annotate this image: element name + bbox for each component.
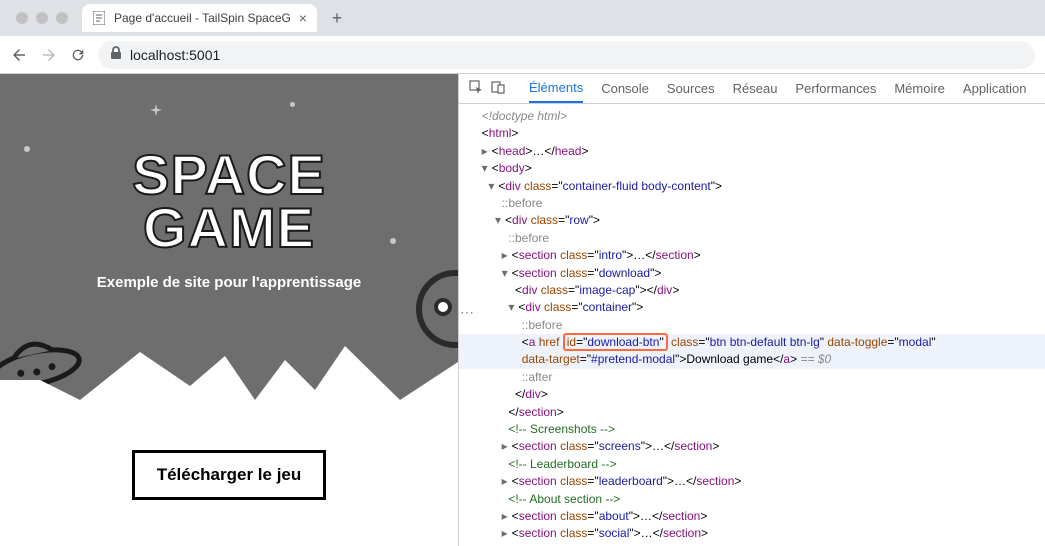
dom-line[interactable]: <!-- Screenshots --> bbox=[459, 421, 1045, 438]
devtools-tab-performance[interactable]: Performances bbox=[795, 75, 876, 102]
dom-line[interactable]: ::before bbox=[459, 195, 1045, 212]
dom-line[interactable]: <html> bbox=[459, 125, 1045, 142]
dom-line-highlighted[interactable]: <a href id="download-btn" class="btn btn… bbox=[459, 334, 1045, 351]
window-close[interactable] bbox=[16, 12, 28, 24]
page-favicon-icon bbox=[92, 11, 106, 25]
dom-line-highlighted[interactable]: data-target="#pretend-modal">Download ga… bbox=[459, 351, 1045, 368]
dom-line[interactable]: <!-- Leaderboard --> bbox=[459, 456, 1045, 473]
device-toolbar-icon[interactable] bbox=[491, 80, 505, 97]
download-section: Télécharger le jeu bbox=[0, 400, 458, 546]
dom-line[interactable]: ▸<section class="screens">…</section> bbox=[459, 438, 1045, 455]
browser-toolbar: localhost:5001 bbox=[0, 36, 1045, 74]
window-maximize[interactable] bbox=[56, 12, 68, 24]
tab-close-icon[interactable]: × bbox=[299, 10, 307, 26]
devtools-tab-network[interactable]: Réseau bbox=[733, 75, 778, 102]
devtools-header: Éléments Console Sources Réseau Performa… bbox=[459, 74, 1045, 104]
new-tab-button[interactable]: + bbox=[323, 4, 351, 32]
tab-strip: Page d'accueil - TailSpin SpaceG × + bbox=[0, 0, 1045, 36]
dom-line[interactable]: </section> bbox=[459, 404, 1045, 421]
dom-line[interactable]: <!doctype html> bbox=[459, 108, 1045, 125]
download-game-button[interactable]: Télécharger le jeu bbox=[132, 450, 327, 500]
overflow-indicator-icon[interactable]: ⋯ bbox=[460, 302, 474, 322]
dom-line[interactable]: ▸<head>…</head> bbox=[459, 143, 1045, 160]
dom-line[interactable]: ▸<section class="leaderboard">…</section… bbox=[459, 473, 1045, 490]
dom-line[interactable]: ::after bbox=[459, 369, 1045, 386]
window-minimize[interactable] bbox=[36, 12, 48, 24]
dom-line[interactable]: ▸<section class="intro">…</section> bbox=[459, 247, 1045, 264]
browser-chrome: Page d'accueil - TailSpin SpaceG × + loc… bbox=[0, 0, 1045, 74]
dom-line[interactable]: ▾<body> bbox=[459, 160, 1045, 177]
dom-line[interactable]: ::before bbox=[459, 317, 1045, 334]
dom-line[interactable]: ▸<section class="social">…</section> bbox=[459, 525, 1045, 542]
devtools-tab-application[interactable]: Application bbox=[963, 75, 1027, 102]
devtools-tab-memory[interactable]: Mémoire bbox=[894, 75, 945, 102]
dom-line[interactable]: ▸<section class="about">…</section> bbox=[459, 508, 1045, 525]
devtools-tab-elements[interactable]: Éléments bbox=[529, 74, 583, 103]
devtools-elements-tree[interactable]: ⋯ <!doctype html> <html> ▸<head>…</head>… bbox=[459, 104, 1045, 546]
lock-icon bbox=[110, 46, 122, 63]
devtools-tab-console[interactable]: Console bbox=[601, 75, 649, 102]
window-controls bbox=[8, 12, 76, 24]
dom-line[interactable]: <!-- About section --> bbox=[459, 491, 1045, 508]
url-text: localhost:5001 bbox=[130, 47, 220, 63]
forward-button[interactable] bbox=[40, 46, 58, 64]
devtools-tab-sources[interactable]: Sources bbox=[667, 75, 715, 102]
dom-line[interactable]: ▾<div class="container-fluid body-conten… bbox=[459, 178, 1045, 195]
dom-line[interactable]: ▾<div class="container"> bbox=[459, 299, 1045, 316]
dom-line[interactable]: ::before bbox=[459, 230, 1045, 247]
hero-title-line1: SPACE bbox=[0, 148, 458, 201]
dom-line[interactable]: ▾<div class="row"> bbox=[459, 212, 1045, 229]
hero-subtitle: Exemple de site pour l'apprentissage bbox=[0, 274, 458, 291]
tab-title: Page d'accueil - TailSpin SpaceG bbox=[114, 11, 291, 25]
browser-tab[interactable]: Page d'accueil - TailSpin SpaceG × bbox=[82, 4, 317, 32]
devtools-panel: Éléments Console Sources Réseau Performa… bbox=[458, 74, 1045, 546]
reload-button[interactable] bbox=[70, 47, 86, 63]
dom-line[interactable]: <div class="image-cap"></div> bbox=[459, 282, 1045, 299]
mountains-icon bbox=[0, 342, 458, 400]
dom-line[interactable]: ▾<section class="download"> bbox=[459, 265, 1045, 282]
address-bar[interactable]: localhost:5001 bbox=[98, 41, 1035, 69]
star-icon bbox=[150, 104, 162, 116]
content-area: SPACE GAME Exemple de site pour l'appren… bbox=[0, 74, 1045, 546]
back-button[interactable] bbox=[10, 46, 28, 64]
inspect-element-icon[interactable] bbox=[469, 80, 483, 97]
hero-title-line2: GAME bbox=[0, 201, 458, 254]
dom-line[interactable]: </div> bbox=[459, 386, 1045, 403]
rendered-page: SPACE GAME Exemple de site pour l'appren… bbox=[0, 74, 458, 546]
hero-section: SPACE GAME Exemple de site pour l'appren… bbox=[0, 74, 458, 400]
star-icon bbox=[290, 102, 295, 107]
